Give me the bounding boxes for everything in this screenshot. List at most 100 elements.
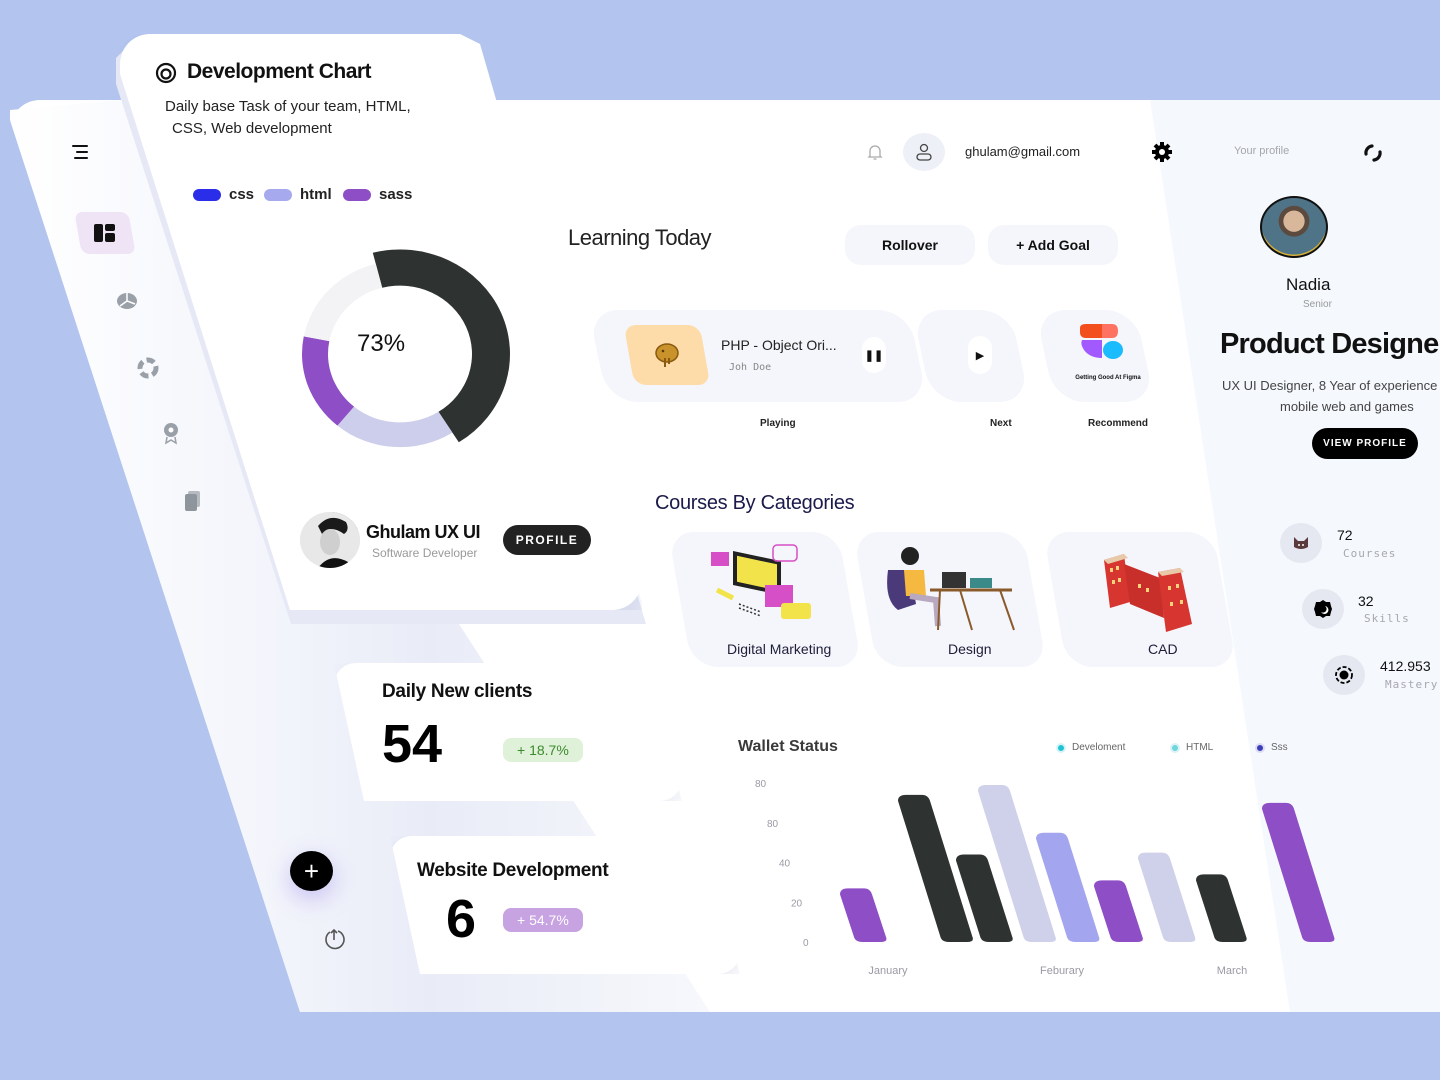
skills-stat-label: Skills	[1364, 612, 1410, 625]
playing-course-title: PHP - Object Ori...	[721, 337, 837, 353]
gear-icon[interactable]	[1151, 141, 1173, 163]
courses-stat-label: Courses	[1343, 547, 1397, 560]
sidebar-item-dashboard[interactable]	[74, 212, 136, 254]
legend-label-html-wallet: HTML	[1186, 742, 1214, 753]
sidebar-item-courses[interactable]	[135, 355, 161, 381]
design-illustration	[887, 547, 1015, 631]
legend-label-sss: Sss	[1271, 742, 1288, 753]
wallet-legend-html: HTML	[1170, 742, 1213, 753]
nadia-name: Nadia	[1286, 275, 1331, 294]
category-label-cad: CAD	[1148, 641, 1178, 657]
website-dev-title: Website Development	[417, 860, 609, 881]
user-icon	[916, 143, 932, 161]
bar-march-1	[1138, 852, 1196, 942]
cat-icon	[1294, 537, 1308, 549]
refresh-icon[interactable]	[320, 926, 348, 952]
legend-dot-sss	[1255, 742, 1265, 753]
figma-logo-icon	[1080, 324, 1123, 359]
moon-badge-icon	[1314, 600, 1332, 618]
your-profile-label[interactable]: Your profile	[1234, 145, 1289, 157]
bar-feburary-3	[1094, 880, 1143, 942]
pie-chart-icon	[117, 293, 137, 309]
playing-course-author: Joh Doe	[729, 362, 772, 373]
y-tick-label: 0	[803, 938, 809, 949]
mastery-stat-icon-circle	[1323, 655, 1365, 695]
legend-html: html	[264, 186, 332, 203]
chart-ring-icon	[155, 62, 177, 84]
ghulam-role: Software Developer	[372, 546, 478, 560]
badge-icon	[164, 423, 178, 445]
mastery-stat-label: Mastery	[1385, 678, 1439, 691]
subtitle-line-1: Daily base Task of your team, HTML,	[165, 98, 411, 115]
sidebar-item-documents[interactable]	[180, 488, 206, 514]
courses-stat-icon-circle	[1280, 523, 1322, 563]
daily-clients-value: 54	[382, 714, 443, 774]
bell-icon[interactable]	[865, 142, 885, 162]
skills-stat-value: 32	[1358, 593, 1374, 609]
bar-march-2	[1196, 874, 1247, 942]
profile-description: UX UI Designer, 8 Year of experience mob…	[1222, 375, 1440, 417]
legend-css: css	[193, 186, 254, 203]
add-button[interactable]: +	[290, 851, 333, 891]
wallet-status-title: Wallet Status	[738, 738, 838, 755]
legend-label-css: css	[229, 186, 255, 203]
subtitle-line-2: CSS, Web development	[172, 120, 332, 137]
wallet-legend-development: Develoment	[1056, 742, 1125, 753]
category-label-digital-marketing: Digital Marketing	[727, 641, 832, 657]
files-icon	[185, 491, 200, 511]
next-caption: Next	[990, 418, 1012, 429]
legend-swatch-css	[193, 188, 221, 201]
legend-dot-development	[1056, 742, 1066, 753]
dev-chart-subtitle: Daily base Task of your team, HTML, CSS,…	[165, 96, 465, 140]
pause-button[interactable]: ❚❚	[862, 337, 886, 373]
learning-today-title: Learning Today	[568, 225, 712, 250]
next-play-button[interactable]: ▶	[968, 336, 992, 374]
menu-icon[interactable]	[66, 143, 88, 161]
target-gear-icon	[1335, 666, 1353, 684]
wallet-status-bar-chart: 80 80 40 20 0 January Feburary March	[755, 779, 1335, 977]
x-tick-label-march: March	[1217, 965, 1248, 977]
y-tick-label: 80	[755, 779, 767, 790]
ghulam-avatar	[300, 512, 360, 568]
nadia-avatar[interactable]	[1260, 196, 1328, 258]
sidebar-item-achievements[interactable]	[158, 420, 184, 446]
nadia-level: Senior	[1303, 299, 1332, 310]
donut-segment-light	[337, 406, 453, 448]
mastery-stat-value: 412.953	[1380, 658, 1431, 674]
profile-button[interactable]: PROFILE	[503, 525, 591, 555]
skills-stat-icon-circle	[1302, 589, 1344, 629]
play-icon: ▶	[975, 349, 985, 362]
recommend-caption: Recommend	[1088, 418, 1149, 429]
legend-label-html: html	[300, 186, 332, 203]
loading-spinner-icon[interactable]	[1362, 142, 1384, 164]
profile-headline: Product Designer	[1220, 328, 1440, 360]
website-dev-change-badge: + 54.7%	[503, 908, 583, 932]
donut-center-label: 73%	[357, 330, 406, 357]
person-portrait-icon	[300, 512, 360, 568]
profile-desc-line-1: UX UI Designer, 8 Year of experience	[1222, 378, 1438, 393]
x-tick-label-feburary: Feburary	[1040, 965, 1085, 977]
legend-sass: sass	[343, 186, 412, 203]
add-goal-button[interactable]: + Add Goal	[988, 225, 1118, 265]
sidebar-item-analytics[interactable]	[114, 288, 140, 314]
user-menu-button[interactable]	[903, 133, 945, 171]
legend-swatch-html	[264, 188, 292, 201]
y-tick-label: 80	[767, 819, 779, 830]
rollover-button[interactable]: Rollover	[845, 225, 975, 265]
view-profile-button[interactable]: VIEW PROFILE	[1312, 428, 1418, 459]
lifebuoy-icon	[137, 357, 159, 379]
profile-desc-line-2: mobile web and games	[1280, 399, 1414, 414]
grid-icon	[94, 224, 115, 242]
playing-caption: Playing	[760, 418, 796, 429]
daily-clients-title: Daily New clients	[382, 681, 533, 702]
dev-chart-title: Development Chart	[187, 60, 372, 83]
cad-building-illustration	[1104, 554, 1192, 632]
courses-stat-value: 72	[1337, 527, 1353, 543]
bar-january-1	[840, 888, 887, 942]
legend-label-sass: sass	[379, 186, 413, 203]
donut-segment-sass	[302, 336, 355, 426]
website-dev-value: 6	[446, 889, 477, 949]
recommend-text: Getting Good At Figma	[1075, 375, 1141, 381]
website-dev-card	[390, 836, 740, 974]
x-tick-label-january: January	[868, 965, 908, 977]
